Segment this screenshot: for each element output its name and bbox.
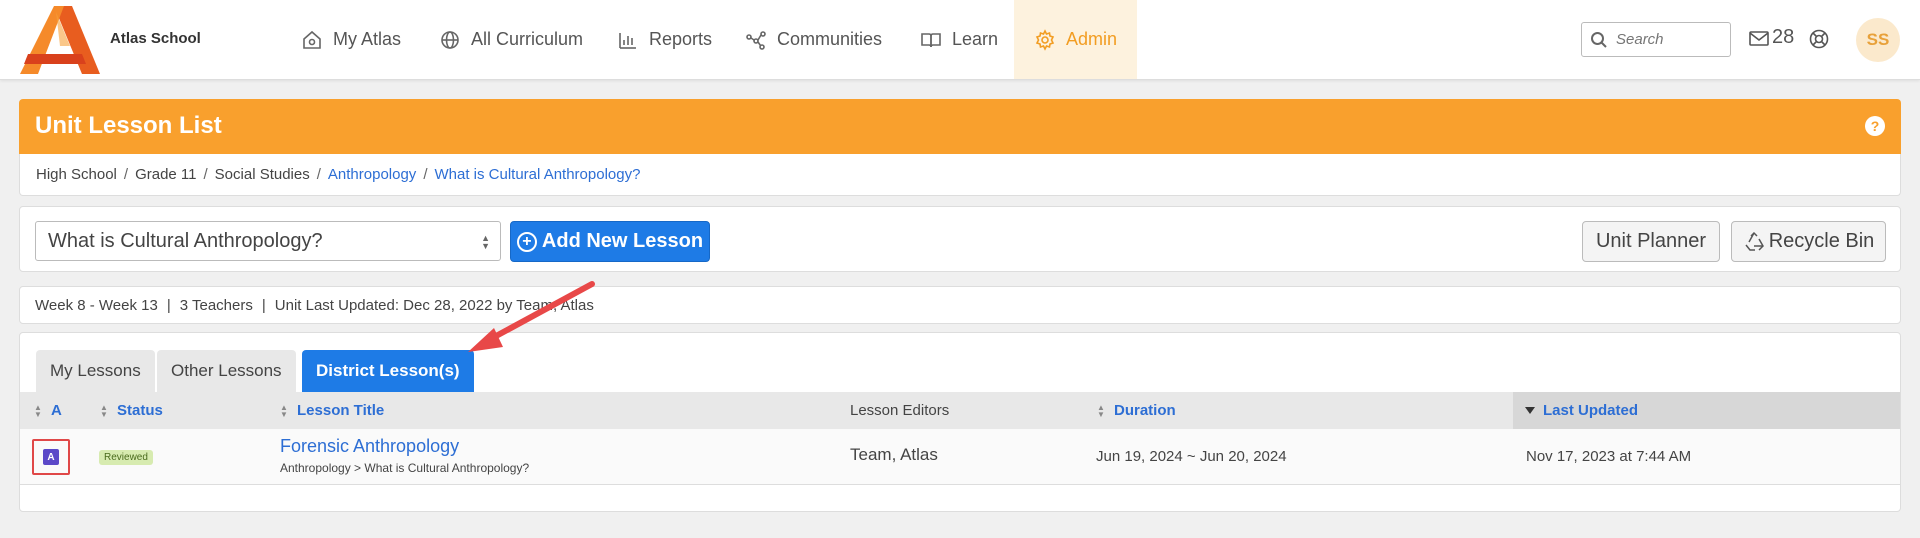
nav-admin[interactable]: Admin: [1014, 0, 1138, 79]
tab-my-lessons[interactable]: My Lessons: [36, 350, 155, 392]
lifebuoy-icon[interactable]: [1808, 28, 1830, 50]
status-badge: Reviewed: [99, 450, 153, 465]
page-header: Unit Lesson List ?: [19, 99, 1901, 154]
breadcrumb-item: Social Studies: [214, 166, 310, 183]
info-separator: |: [166, 296, 171, 314]
sort-icon: ▲ ▼: [280, 402, 288, 419]
breadcrumb-separator: /: [423, 166, 428, 183]
gear-icon: [1035, 28, 1055, 51]
nav-reports[interactable]: Reports: [617, 0, 712, 79]
recycle-icon: [1745, 231, 1764, 251]
column-label: Lesson Editors: [850, 402, 950, 419]
search-icon: [1591, 31, 1607, 48]
breadcrumb-separator: /: [316, 166, 321, 183]
nav-label: All Curriculum: [471, 29, 584, 49]
plus-circle-icon: +: [516, 231, 537, 252]
unit-last-updated: Unit Last Updated: Dec 28, 2022 by Team,…: [274, 296, 594, 314]
unit-planner-button[interactable]: Unit Planner: [1582, 221, 1720, 262]
breadcrumb-item: High School: [36, 166, 117, 183]
tab-other-lessons[interactable]: Other Lessons: [157, 350, 296, 392]
lesson-last-updated: Nov 17, 2023 at 7:44 AM: [1526, 448, 1692, 465]
breadcrumb-item: Grade 11: [135, 166, 197, 183]
nav-label: Reports: [649, 29, 713, 49]
atlas-logo[interactable]: [20, 6, 100, 74]
envelope-icon: [1749, 30, 1769, 46]
unit-info-bar: Week 8 - Week 13 | 3 Teachers | Unit Las…: [19, 286, 1901, 324]
lesson-table-panel: My Lessons Other Lessons District Lesson…: [19, 332, 1901, 512]
nav-my-atlas[interactable]: My Atlas: [301, 0, 401, 79]
sort-descending-icon: [1525, 407, 1535, 414]
nav-label: My Atlas: [333, 29, 402, 49]
recycle-bin-label: Recycle Bin: [1768, 230, 1875, 252]
unit-select[interactable]: What is Cultural Anthropology? ▲ ▼: [35, 221, 501, 261]
page-title: Unit Lesson List: [35, 112, 222, 139]
lesson-title-link[interactable]: Forensic Anthropology: [280, 436, 459, 457]
sort-icon: ▲ ▼: [1097, 402, 1105, 419]
lesson-duration: Jun 19, 2024 ~ Jun 20, 2024: [1096, 448, 1287, 465]
highlight-box: A: [32, 439, 70, 475]
network-icon: [746, 30, 766, 50]
book-icon: [921, 32, 941, 47]
search-field[interactable]: [1581, 22, 1731, 57]
table-row[interactable]: A Reviewed Forensic Anthropology Anthrop…: [20, 429, 1900, 485]
table-header: ▲ ▼ A ▲ ▼ Status ▲ ▼ Lesson Title Lesson Ed…: [20, 392, 1900, 429]
lesson-editors: Team, Atlas: [850, 445, 938, 464]
globe-icon: [441, 30, 459, 49]
unit-select-value: What is Cultural Anthropology?: [48, 229, 323, 252]
nav-all-curriculum[interactable]: All Curriculum: [439, 0, 583, 79]
lesson-path: Anthropology > What is Cultural Anthropo…: [280, 461, 530, 475]
column-header-status[interactable]: ▲ ▼ Status: [99, 392, 163, 429]
nav-communities[interactable]: Communities: [745, 0, 882, 79]
column-label: A: [51, 402, 62, 419]
action-bar: What is Cultural Anthropology? ▲ ▼ + Add …: [19, 206, 1901, 272]
add-new-lesson-button[interactable]: + Add New Lesson: [510, 221, 710, 262]
column-label: Status: [117, 402, 163, 419]
sort-icon: ▲ ▼: [34, 402, 42, 419]
messages-button[interactable]: 28: [1748, 26, 1794, 49]
select-arrows-icon: ▲ ▼: [481, 233, 490, 251]
breadcrumb: High School / Grade 11 / Social Studies …: [19, 154, 1901, 196]
school-name[interactable]: Atlas School: [110, 30, 201, 47]
info-separator: |: [261, 296, 266, 314]
column-label: Lesson Title: [297, 402, 385, 419]
home-icon: [303, 30, 321, 49]
breadcrumb-link-unit[interactable]: What is Cultural Anthropology?: [434, 166, 640, 183]
breadcrumb-separator: /: [123, 166, 129, 183]
unit-teachers: 3 Teachers: [179, 296, 253, 314]
user-avatar[interactable]: SS: [1856, 18, 1900, 62]
search-input[interactable]: [1616, 31, 1726, 48]
unit-weeks: Week 8 - Week 13: [35, 296, 158, 314]
column-header-duration[interactable]: ▲ ▼ Duration: [1096, 392, 1176, 429]
column-header-lesson-title[interactable]: ▲ ▼ Lesson Title: [279, 392, 384, 429]
mail-count: 28: [1772, 26, 1795, 48]
nav-learn[interactable]: Learn: [920, 0, 998, 79]
column-header-last-updated[interactable]: Last Updated: [1513, 392, 1900, 429]
add-lesson-label: Add New Lesson: [541, 230, 704, 252]
tab-district-lessons[interactable]: District Lesson(s): [302, 350, 474, 392]
district-lesson-badge[interactable]: A: [43, 449, 59, 465]
top-navigation: Atlas School My Atlas All Curriculum Rep…: [0, 0, 1920, 80]
column-label: Duration: [1114, 402, 1176, 419]
column-header-a[interactable]: ▲ ▼ A: [33, 392, 62, 429]
breadcrumb-link-course[interactable]: Anthropology: [328, 166, 416, 183]
recycle-bin-button[interactable]: Recycle Bin: [1731, 221, 1886, 262]
help-button[interactable]: ?: [1865, 116, 1885, 136]
column-header-lesson-editors: Lesson Editors: [850, 392, 949, 429]
sort-icon: ▲ ▼: [100, 402, 108, 419]
unit-planner-label: Unit Planner: [1595, 230, 1707, 252]
bar-chart-icon: [619, 32, 636, 49]
column-label: Last Updated: [1543, 402, 1639, 419]
nav-label: Admin: [1066, 29, 1118, 49]
breadcrumb-separator: /: [203, 166, 208, 183]
nav-label: Communities: [777, 29, 883, 49]
nav-label: Learn: [952, 29, 999, 49]
